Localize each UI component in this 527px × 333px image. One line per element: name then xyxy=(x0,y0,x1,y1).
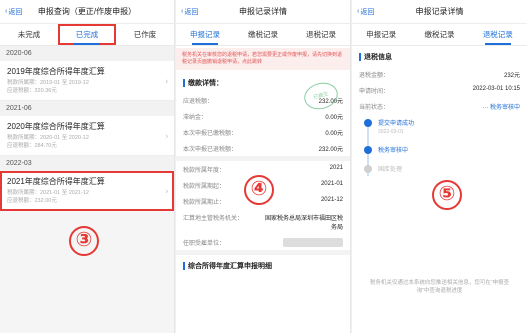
record-title: 2021年度综合所得年度汇算 xyxy=(7,177,105,186)
timeline-step: 国库处理 xyxy=(364,164,520,173)
tab-declaration-records[interactable]: 申报记录 xyxy=(176,24,234,45)
record-period: 税款所属期：2020-01 至 2020-12 xyxy=(7,135,89,141)
record-amount: 应退税额：320.36元 xyxy=(7,88,57,94)
back-button[interactable]: ‹ 返回 xyxy=(181,7,198,17)
navbar: ‹ 返回 申报记录详情 xyxy=(176,0,350,24)
screens-container: ‹ 返回 申报查询（更正/作废申报） 未完成 已完成 已作废 2020-06 2… xyxy=(0,0,527,333)
list-item[interactable]: 2020年度综合所得年度汇算 税款所属期：2020-01 至 2020-12 应… xyxy=(0,116,174,156)
blurred-employer xyxy=(283,237,343,247)
back-button[interactable]: ‹ 返回 xyxy=(357,7,374,17)
record-title: 2020年度综合所得年度汇算 xyxy=(7,122,105,131)
step-marker-5: ⑤ xyxy=(432,180,462,210)
detail-row: 申请时间： 2022-03-01 10:15 xyxy=(359,85,520,95)
section-header: 综合所得年度汇算申报明细 xyxy=(176,255,350,275)
group-header: 2020-06 xyxy=(0,46,174,61)
step-marker-4: ④ xyxy=(244,175,274,205)
detail-row: 任职受雇单位： xyxy=(176,234,350,250)
section-bar xyxy=(359,53,361,61)
record-amount: 应退税额：232.00元 xyxy=(7,198,57,204)
step-marker-3: ③ xyxy=(69,226,99,256)
tab-refund-records[interactable]: 退税记录 xyxy=(292,24,350,45)
tab-completed[interactable]: 已完成 xyxy=(58,24,116,45)
record-tabs: 申报记录 缴税记录 退税记录 xyxy=(352,24,527,46)
detail-row: 本次申报已缴税额： 0.00元 xyxy=(183,130,343,137)
screen-declaration-detail: ‹ 返回 申报记录详情 申报记录 缴税记录 退税记录 税务机关在审核您的退税申请… xyxy=(176,0,351,333)
section-bar xyxy=(183,262,185,270)
tab-incomplete[interactable]: 未完成 xyxy=(0,24,58,45)
section-title: 退税信息 xyxy=(364,54,392,61)
navbar: ‹ 返回 申报记录详情 xyxy=(352,0,527,24)
check-dot-icon xyxy=(364,119,372,127)
back-button[interactable]: ‹ 返回 xyxy=(5,7,22,17)
detail-row: 本次申报已退税额： 232.00元 xyxy=(183,146,343,153)
tab-declaration-records[interactable]: 申报记录 xyxy=(352,24,410,45)
section-header: 退税信息 xyxy=(352,46,527,66)
detail-row: 滞纳金： 0.00元 xyxy=(183,114,343,121)
group-header: 2021-06 xyxy=(0,101,174,116)
chevron-right-icon: › xyxy=(165,186,168,195)
record-tabs: 申报记录 缴税记录 退税记录 xyxy=(176,24,350,46)
status-tabs: 未完成 已完成 已作废 xyxy=(0,24,174,46)
page-title: 申报记录详情 xyxy=(239,7,287,16)
detail-row: 退税金额： 232元 xyxy=(359,72,520,79)
record-period: 税款所属期：2021-01 至 2021-12 xyxy=(7,190,89,196)
footer-note: 税务机关仅通过本系统向您推送相关信息，您可在“申报查询”中查询退税进度 xyxy=(369,280,510,294)
section-title: 缴款详情： xyxy=(188,80,223,87)
list-item-highlighted[interactable]: 2021年度综合所得年度汇算 税款所属期：2021-01 至 2021-12 应… xyxy=(0,171,174,211)
timeline-step: 税务审核中 xyxy=(364,145,520,154)
record-amount: 应退税额：284.70元 xyxy=(7,143,57,149)
notice-banner[interactable]: 税务机关在审核您的退税申请，若您需要更正或作废申报，请先切换到退税记录页面撤销退… xyxy=(176,48,350,70)
record-title: 2019年度综合所得年度汇算 xyxy=(7,67,105,76)
group-header: 2022-03 xyxy=(0,156,174,171)
list-item[interactable]: 2019年度综合所得年度汇算 税款所属期：2019-01 至 2019-12 应… xyxy=(0,61,174,101)
record-period: 税款所属期：2019-01 至 2019-12 xyxy=(7,80,89,86)
progress-dot-icon xyxy=(364,146,372,154)
screen-declaration-query: ‹ 返回 申报查询（更正/作废申报） 未完成 已完成 已作废 2020-06 2… xyxy=(0,0,175,333)
page-title: 申报记录详情 xyxy=(415,7,464,16)
chevron-left-icon: ‹ xyxy=(181,8,184,15)
tab-refund-records[interactable]: 退税记录 xyxy=(469,24,527,45)
chevron-right-icon: › xyxy=(165,76,168,85)
tab-payment-records[interactable]: 缴税记录 xyxy=(410,24,468,45)
navbar: ‹ 返回 申报查询（更正/作废申报） xyxy=(0,0,174,24)
chevron-right-icon: › xyxy=(165,131,168,140)
section-bar xyxy=(183,79,185,87)
tab-payment-records[interactable]: 缴税记录 xyxy=(234,24,292,45)
tab-voided[interactable]: 已作废 xyxy=(116,24,174,45)
chevron-left-icon: ‹ xyxy=(5,8,8,15)
pending-dot-icon xyxy=(364,165,372,173)
page-title: 申报查询（更正/作废申报） xyxy=(37,7,137,16)
screen-refund-detail: ‹ 返回 申报记录详情 申报记录 缴税记录 退税记录 退税信息 退税金额： 232… xyxy=(352,0,527,333)
section-title: 综合所得年度汇算申报明细 xyxy=(188,263,272,270)
refund-timeline: 提交申请成功 2022-03-01 税务审核中 国库处理 xyxy=(352,114,527,176)
detail-row: 汇算地主管税务机关： 国家税务总局深圳市福田区税务局 xyxy=(183,215,343,231)
timeline-step: 提交申请成功 2022-03-01 xyxy=(364,118,520,135)
detail-row: 当前状态： ··· 税务审核中 xyxy=(352,98,527,114)
chevron-left-icon: ‹ xyxy=(357,8,360,15)
status-badge: ··· 税务审核中 xyxy=(482,104,520,111)
